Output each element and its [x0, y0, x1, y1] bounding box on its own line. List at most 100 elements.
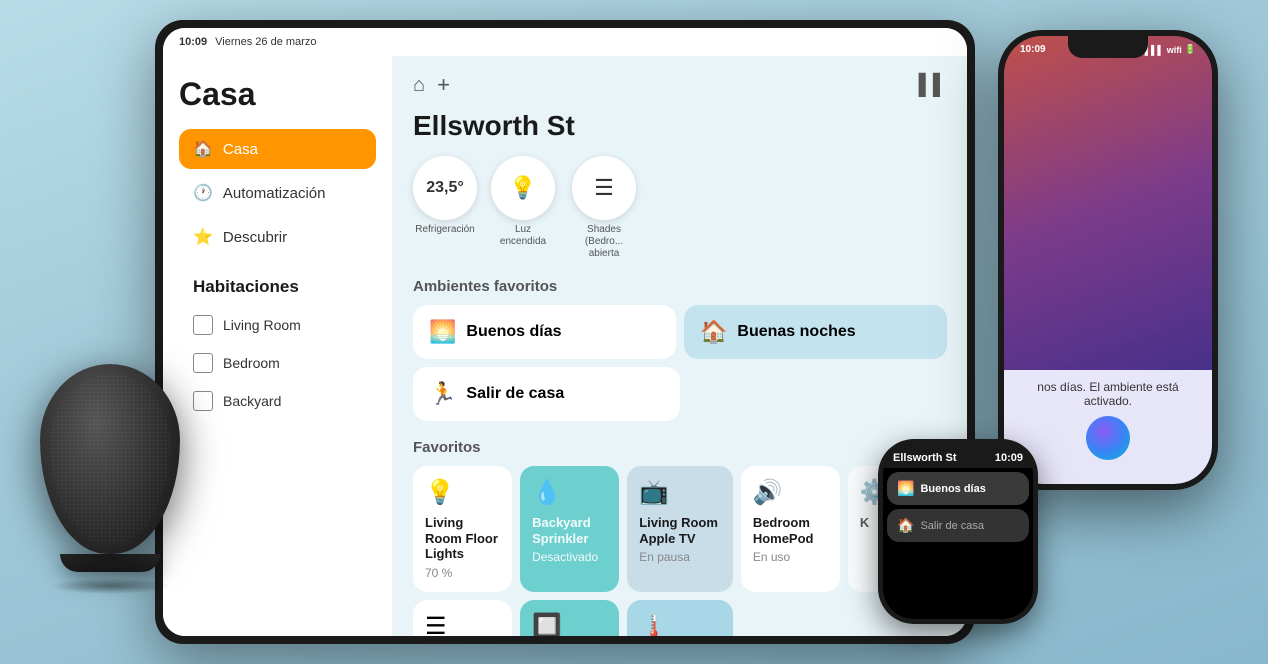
sidebar-item-descubrir[interactable]: ⭐ Descubrir — [179, 217, 376, 257]
page-title: Ellsworth St — [413, 110, 947, 142]
watch-card-buenos-dias[interactable]: 🌅 Buenos días — [887, 472, 1029, 505]
salir-label: Salir de casa — [466, 385, 564, 403]
ipad-main: Casa 🏠 Casa 🕐 Automatización ⭐ Descubrir… — [163, 56, 967, 636]
status-circle-refrigeracion[interactable]: 23,5° Refrigeración — [413, 156, 477, 260]
watch-buenos-dias-icon: 🌅 — [897, 480, 914, 497]
sprinkler-title: Backyard Sprinkler — [532, 515, 607, 546]
apple-tv-icon: 📺 — [639, 478, 721, 507]
apple-tv-status: En pausa — [639, 550, 721, 564]
floor-lights-title: Living Room Floor Lights — [425, 515, 500, 562]
sidebar-title: Casa — [179, 76, 376, 113]
clock-icon: 🕐 — [193, 183, 213, 203]
room-label-livingroom: Living Room — [223, 317, 301, 333]
fav-card-homepod[interactable]: 🔊 Bedroom HomePod En uso — [741, 466, 840, 592]
status-circle-luz[interactable]: 💡 Luzencendida — [491, 156, 555, 260]
scenes-grid: 🌅 Buenos días 🏠 Buenas noches 🏃 — [413, 305, 947, 421]
scenes-section-header: Ambientes favoritos — [413, 278, 947, 295]
favorites-grid: 💡 Living Room Floor Lights 70 % 💧 Backya… — [413, 466, 947, 636]
scene-card-buenas-noches[interactable]: 🏠 Buenas noches — [684, 305, 947, 359]
watch-home-label: Ellsworth St — [893, 452, 957, 464]
shades-icon: ☰ — [594, 175, 614, 201]
siri-icon[interactable]: ▌▌ — [919, 74, 947, 97]
ipad: 10:09 Viernes 26 de marzo Casa 🏠 Casa 🕐 … — [155, 20, 975, 644]
watch-salir-label: Salir de casa — [920, 520, 984, 532]
sidebar-room-backyard[interactable]: Backyard — [179, 383, 376, 419]
sidebar-room-livingroom[interactable]: Living Room — [179, 307, 376, 343]
iphone: 10:09 ▌▌▌ wifi 🔋 nos días. El ambiente e… — [998, 30, 1218, 490]
homepod-body — [40, 364, 180, 554]
buenas-noches-icon: 🏠 — [700, 319, 727, 345]
main-header-left: ⌂ + — [413, 72, 450, 98]
scene: 10:09 Viernes 26 de marzo Casa 🏠 Casa 🕐 … — [0, 0, 1268, 664]
circle-badge-shades: ☰ — [572, 156, 636, 220]
circle-badge-luz: 💡 — [491, 156, 555, 220]
buenas-noches-label: Buenas noches — [737, 323, 855, 341]
favorites-section-header: Favoritos — [413, 439, 947, 456]
watch-time: 10:09 — [995, 452, 1023, 464]
rooms-section-title: Habitaciones — [193, 277, 376, 297]
homepod-mini — [30, 364, 190, 624]
main-header: ⌂ + ▌▌ — [413, 72, 947, 98]
homepod-base — [60, 554, 160, 572]
homepod-icon: 🔊 — [753, 478, 828, 507]
sidebar-label-casa: Casa — [223, 141, 258, 158]
sprinkler-icon: 💧 — [532, 478, 607, 507]
bulb-icon: 💡 — [509, 175, 536, 201]
status-circles: 23,5° Refrigeración 💡 Luzencendida — [413, 156, 947, 260]
watch-buenos-dias-label: Buenos días — [920, 483, 985, 495]
sidebar-item-casa[interactable]: 🏠 Casa — [179, 129, 376, 169]
sidebar-label-descubrir: Descubrir — [223, 229, 287, 246]
watch-card-salir[interactable]: 🏠 Salir de casa — [887, 509, 1029, 542]
homepod-title: Bedroom HomePod — [753, 515, 828, 546]
home-icon: 🏠 — [193, 139, 213, 159]
apple-watch: Ellsworth St 10:09 🌅 Buenos días 🏠 Salir… — [878, 439, 1038, 624]
sidebar-label-automatizacion: Automatización — [223, 185, 326, 202]
room-label-backyard: Backyard — [223, 393, 281, 409]
fav-card-thermostat[interactable]: 🌡️ Entrance Thermostat... Refrig. a 22,0… — [627, 600, 733, 636]
watch-salir-icon: 🏠 — [897, 517, 914, 534]
watch-screen: Ellsworth St 10:09 🌅 Buenos días 🏠 Salir… — [883, 444, 1033, 619]
room-icon-bedroom — [193, 353, 213, 373]
buenos-dias-icon: 🌅 — [429, 319, 456, 345]
scene-card-buenos-dias[interactable]: 🌅 Buenos días — [413, 305, 676, 359]
ipad-time: 10:09 — [179, 36, 207, 48]
iphone-status-right: ▌▌▌ wifi 🔋 — [1145, 44, 1196, 55]
circle-label-refrigeracion: Refrigeración — [415, 224, 474, 236]
shades-fav-icon: ☰ — [425, 612, 500, 636]
salir-icon: 🏃 — [429, 381, 456, 407]
scenes-row-1: 🌅 Buenos días 🏠 Buenas noches — [413, 305, 947, 359]
iphone-screen: 10:09 ▌▌▌ wifi 🔋 nos días. El ambiente e… — [1004, 36, 1212, 484]
sidebar: Casa 🏠 Casa 🕐 Automatización ⭐ Descubrir… — [163, 56, 393, 636]
temp-value: 23,5° — [426, 179, 464, 197]
add-button[interactable]: + — [437, 72, 450, 98]
circle-label-shades: Shades (Bedro...abierta — [569, 224, 639, 260]
home-nav-icon[interactable]: ⌂ — [413, 74, 425, 97]
room-icon-livingroom — [193, 315, 213, 335]
homepod-shadow — [50, 578, 170, 594]
ipad-screen: 10:09 Viernes 26 de marzo Casa 🏠 Casa 🕐 … — [163, 28, 967, 636]
siri-text: nos días. El ambiente está activado. — [1018, 380, 1198, 408]
room-icon-backyard — [193, 391, 213, 411]
watch-header: Ellsworth St 10:09 — [883, 444, 1033, 468]
fav-card-kitchen-switch[interactable]: 🔲 Kitchen Switch Desactivado — [520, 600, 619, 636]
sidebar-item-automatizacion[interactable]: 🕐 Automatización — [179, 173, 376, 213]
scene-card-salir[interactable]: 🏃 Salir de casa — [413, 367, 680, 421]
iphone-time: 10:09 — [1020, 44, 1046, 55]
homepod-mesh — [50, 374, 170, 544]
buenos-dias-label: Buenos días — [466, 323, 561, 341]
wifi-icon: wifi — [1167, 45, 1182, 55]
apple-tv-title: Living Room Apple TV — [639, 515, 721, 546]
thermostat-icon: 🌡️ — [639, 612, 721, 636]
floor-lights-status: 70 % — [425, 566, 500, 580]
siri-ball — [1086, 416, 1130, 460]
kitchen-switch-icon: 🔲 — [532, 612, 607, 636]
sidebar-room-bedroom[interactable]: Bedroom — [179, 345, 376, 381]
status-circle-shades[interactable]: ☰ Shades (Bedro...abierta — [569, 156, 639, 260]
circle-badge-temp: 23,5° — [413, 156, 477, 220]
fav-card-floor-lights[interactable]: 💡 Living Room Floor Lights 70 % — [413, 466, 512, 592]
fav-card-apple-tv[interactable]: 📺 Living Room Apple TV En pausa — [627, 466, 733, 592]
floor-lights-icon: 💡 — [425, 478, 500, 507]
iphone-notch — [1068, 36, 1148, 58]
fav-card-shades[interactable]: ☰ Bedroom Shades Abrir — [413, 600, 512, 636]
fav-card-sprinkler[interactable]: 💧 Backyard Sprinkler Desactivado — [520, 466, 619, 592]
